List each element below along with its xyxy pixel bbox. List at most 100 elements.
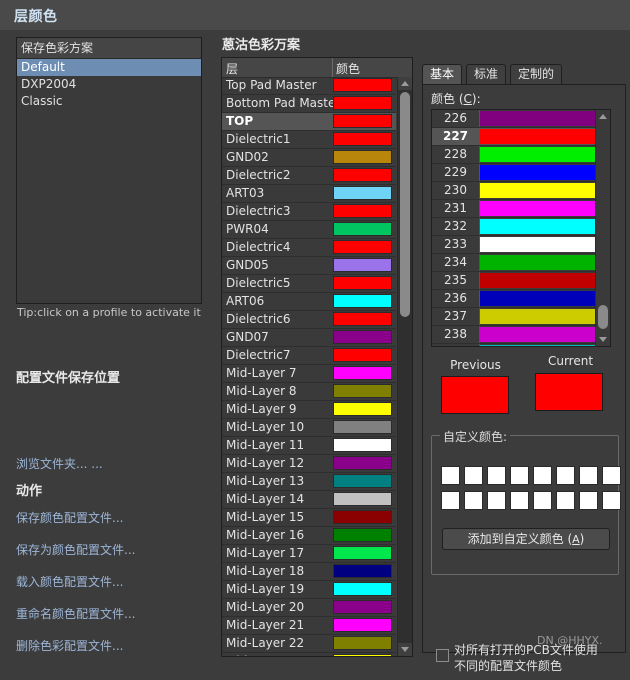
color-list-scrollbar[interactable] xyxy=(595,110,610,346)
tab-0[interactable]: 基本 xyxy=(422,64,463,84)
custom-color-swatch[interactable] xyxy=(602,491,621,510)
color-index-swatch[interactable] xyxy=(480,129,597,144)
table-row[interactable]: Mid-Layer 21 xyxy=(222,617,396,635)
table-row[interactable]: Mid-Layer 19 xyxy=(222,581,396,599)
custom-color-swatch[interactable] xyxy=(464,466,483,485)
table-row[interactable]: Mid-Layer 20 xyxy=(222,599,396,617)
color-index-swatch[interactable] xyxy=(480,273,597,288)
table-row[interactable]: Dielectric6 xyxy=(222,311,396,329)
color-index-swatch[interactable] xyxy=(480,165,597,180)
add-to-custom-colors-button[interactable]: 添加到自定义颜色 (A) xyxy=(442,528,610,550)
color-index-swatch[interactable] xyxy=(480,219,597,234)
color-index-row[interactable]: 231 xyxy=(432,200,598,218)
layer-color-swatch[interactable] xyxy=(333,204,392,218)
action-load-color-profile[interactable]: 载入颜色配置文件... xyxy=(16,573,123,590)
table-row[interactable]: GND05 xyxy=(222,257,396,275)
layer-color-swatch[interactable] xyxy=(333,438,392,452)
table-row[interactable]: Dielectric5 xyxy=(222,275,396,293)
table-row[interactable]: Mid-Layer 15 xyxy=(222,509,396,527)
per-file-colors-checkbox[interactable] xyxy=(436,649,449,662)
table-row[interactable]: Mid-Layer 17 xyxy=(222,545,396,563)
custom-color-swatch[interactable] xyxy=(487,466,506,485)
table-row[interactable]: Dielectric2 xyxy=(222,167,396,185)
action-save-as-color-profile[interactable]: 保存为颜色配置文件... xyxy=(16,541,135,558)
layer-color-swatch[interactable] xyxy=(333,384,392,398)
color-index-row[interactable]: 238 xyxy=(432,326,598,344)
layer-list-scrollbar[interactable] xyxy=(397,77,412,656)
layer-color-swatch[interactable] xyxy=(333,258,392,272)
table-row[interactable]: ART03 xyxy=(222,185,396,203)
layer-color-swatch[interactable] xyxy=(333,78,392,92)
action-save-color-profile[interactable]: 保存颜色配置文件... xyxy=(16,509,123,526)
color-index-listbox[interactable]: 226 227 228 229 230 231 232 233 234 235 236 237 238 2… xyxy=(431,109,611,347)
browse-folder-link[interactable]: 浏览文件夹... ... xyxy=(16,455,103,472)
layer-color-swatch[interactable] xyxy=(333,168,392,182)
table-row[interactable]: Mid-Layer 9 xyxy=(222,401,396,419)
table-row[interactable]: Mid-Layer 11 xyxy=(222,437,396,455)
table-row[interactable]: Mid-Layer 10 xyxy=(222,419,396,437)
scheme-item[interactable]: DXP2004 xyxy=(17,76,201,93)
layer-color-swatch[interactable] xyxy=(333,96,392,110)
color-index-row[interactable]: 234 xyxy=(432,254,598,272)
color-scroll-down-button[interactable] xyxy=(596,333,610,346)
color-index-row[interactable]: 233 xyxy=(432,236,598,254)
color-index-swatch[interactable] xyxy=(480,183,597,198)
table-row[interactable]: Mid-Layer 13 xyxy=(222,473,396,491)
action-delete-color-profile[interactable]: 删除色彩配置文件... xyxy=(16,637,123,654)
table-row[interactable]: Mid-Layer 22 xyxy=(222,635,396,653)
color-index-swatch[interactable] xyxy=(480,201,597,216)
color-scroll-up-button[interactable] xyxy=(596,110,610,123)
table-row[interactable]: Mid-Layer 12 xyxy=(222,455,396,473)
layer-color-swatch[interactable] xyxy=(333,114,392,128)
scrollbar-thumb[interactable] xyxy=(400,92,410,317)
custom-color-swatch[interactable] xyxy=(556,491,575,510)
custom-color-swatch[interactable] xyxy=(510,466,529,485)
custom-color-swatch[interactable] xyxy=(487,491,506,510)
layer-color-swatch[interactable] xyxy=(333,510,392,524)
layer-color-swatch[interactable] xyxy=(333,492,392,506)
layer-table[interactable]: 层 颜色 Top Pad Master Bottom Pad Master TOP D… xyxy=(221,57,413,657)
table-row[interactable]: Mid-Layer 14 xyxy=(222,491,396,509)
layer-color-swatch[interactable] xyxy=(333,294,392,308)
custom-color-swatch[interactable] xyxy=(533,491,552,510)
scheme-item[interactable]: Default xyxy=(17,59,201,76)
tab-2[interactable]: 定制的 xyxy=(510,64,563,84)
color-index-row[interactable]: 227 xyxy=(432,128,598,146)
color-index-row[interactable]: 226 xyxy=(432,110,598,128)
custom-color-swatch[interactable] xyxy=(441,466,460,485)
table-row[interactable]: Mid-Layer 7 xyxy=(222,365,396,383)
table-row[interactable]: Mid-Layer 8 xyxy=(222,383,396,401)
layer-color-swatch[interactable] xyxy=(333,474,392,488)
custom-color-swatch[interactable] xyxy=(533,466,552,485)
color-index-swatch[interactable] xyxy=(480,291,597,306)
table-row[interactable]: GND07 xyxy=(222,329,396,347)
color-index-row[interactable]: 235 xyxy=(432,272,598,290)
layer-color-swatch[interactable] xyxy=(333,186,392,200)
color-index-row[interactable]: 239 xyxy=(432,344,598,346)
table-row[interactable]: Mid-Layer 23 xyxy=(222,653,396,656)
table-row[interactable]: Dielectric3 xyxy=(222,203,396,221)
custom-color-swatch[interactable] xyxy=(602,466,621,485)
table-row[interactable]: PWR04 xyxy=(222,221,396,239)
table-row[interactable]: Top Pad Master xyxy=(222,77,396,95)
color-index-row[interactable]: 232 xyxy=(432,218,598,236)
layer-color-swatch[interactable] xyxy=(333,564,392,578)
color-index-row[interactable]: 230 xyxy=(432,182,598,200)
color-index-row[interactable]: 237 xyxy=(432,308,598,326)
layer-color-swatch[interactable] xyxy=(333,600,392,614)
color-scrollbar-thumb[interactable] xyxy=(598,305,608,329)
custom-color-swatch[interactable] xyxy=(510,491,529,510)
layer-color-swatch[interactable] xyxy=(333,420,392,434)
saved-schemes-listbox[interactable]: 保存色彩方案 Default DXP2004 Classic xyxy=(16,37,202,304)
layer-color-swatch[interactable] xyxy=(333,222,392,236)
color-index-swatch[interactable] xyxy=(480,147,597,162)
custom-color-swatch[interactable] xyxy=(556,466,575,485)
layer-color-swatch[interactable] xyxy=(333,618,392,632)
scheme-item[interactable]: Classic xyxy=(17,93,201,110)
color-index-swatch[interactable] xyxy=(480,309,597,324)
table-row[interactable]: TOP xyxy=(222,113,396,131)
layer-color-swatch[interactable] xyxy=(333,528,392,542)
layer-color-swatch[interactable] xyxy=(333,402,392,416)
table-row[interactable]: Dielectric4 xyxy=(222,239,396,257)
layer-color-swatch[interactable] xyxy=(333,132,392,146)
